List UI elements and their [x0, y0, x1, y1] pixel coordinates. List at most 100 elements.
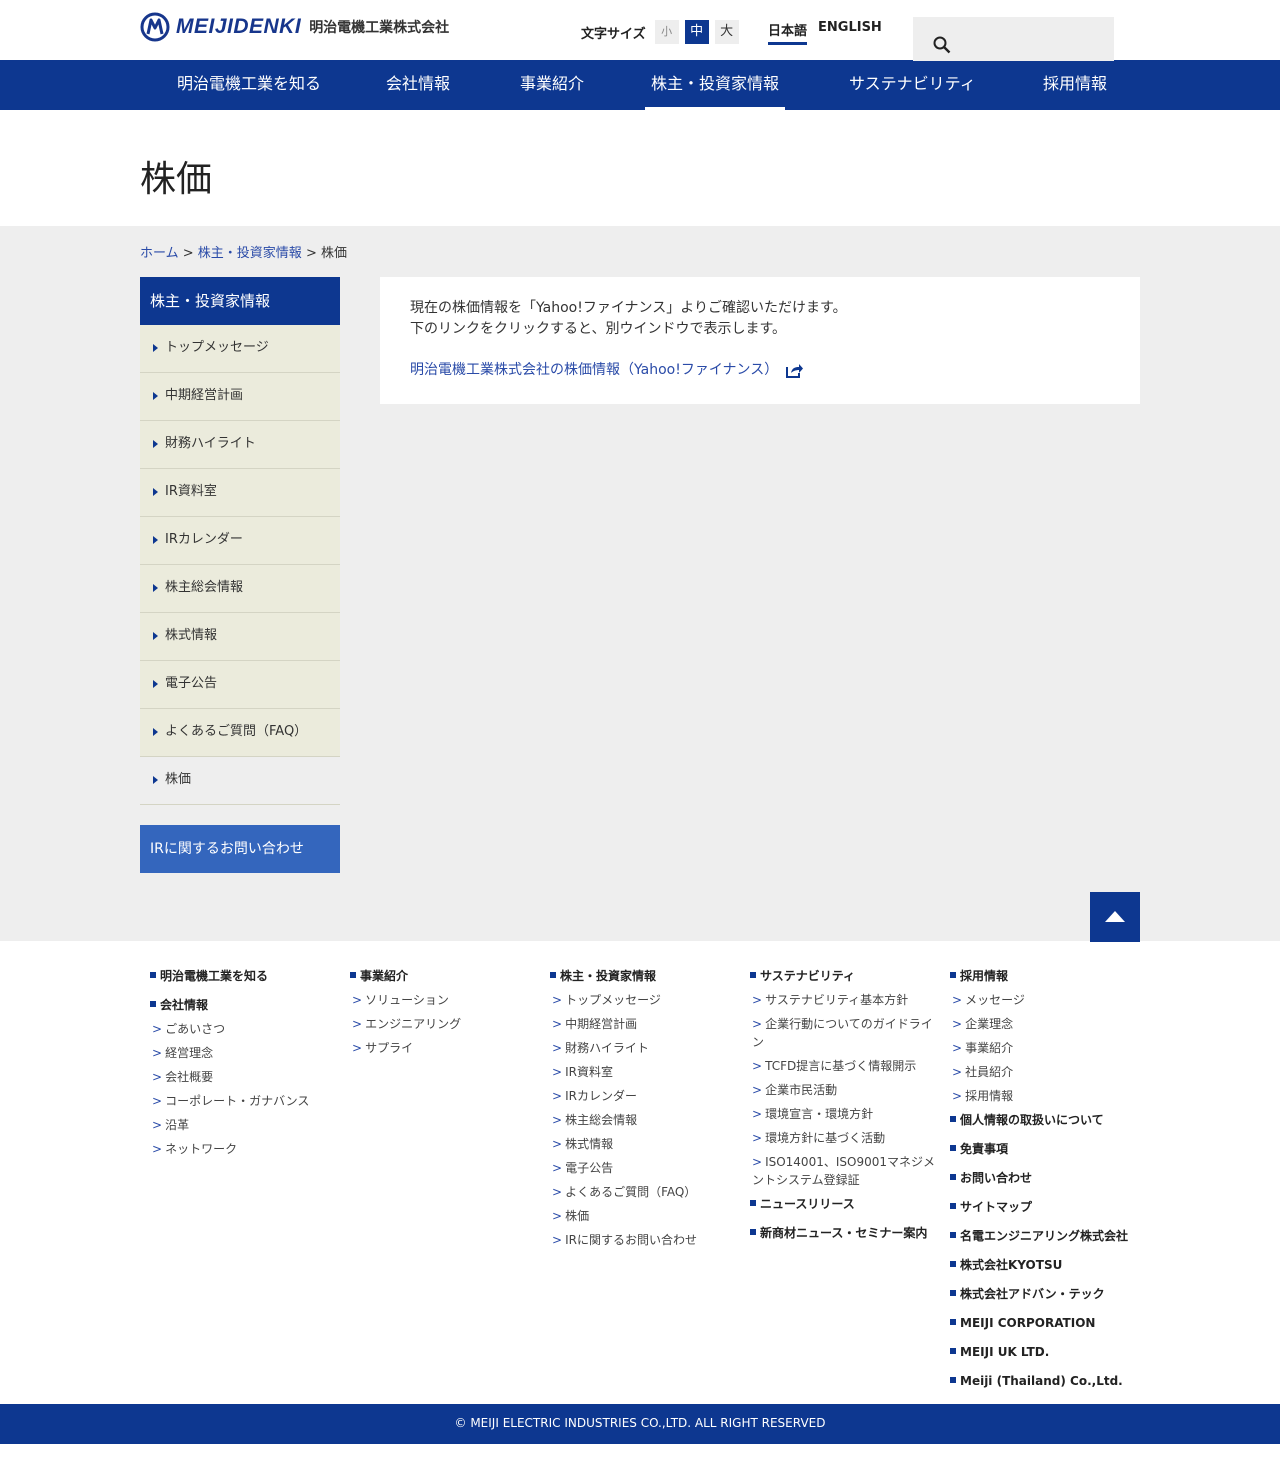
footer-link[interactable]: > 環境宣言・環境方針: [750, 1105, 940, 1123]
gnav-about[interactable]: 明治電機工業を知る: [177, 60, 321, 110]
footer-link[interactable]: > 採用情報: [950, 1087, 1140, 1105]
footer-link[interactable]: > よくあるご質問（FAQ）: [550, 1183, 740, 1201]
footer-link[interactable]: > ISO14001、ISO9001マネジメントシステム登録証: [750, 1153, 940, 1189]
footer-heading-disclaimer[interactable]: 免責事項: [950, 1140, 1140, 1158]
gnav-recruit[interactable]: 採用情報: [1043, 60, 1107, 110]
sidebar-item-stock-price[interactable]: 株価: [140, 757, 340, 805]
footer-link[interactable]: > ネットワーク: [150, 1140, 340, 1158]
footer-link[interactable]: > サプライ: [350, 1039, 540, 1057]
gnav-business[interactable]: 事業紹介: [520, 60, 584, 110]
footer-link[interactable]: > 財務ハイライト: [550, 1039, 740, 1057]
footer-link[interactable]: > 株価: [550, 1207, 740, 1225]
page-title: 株価: [140, 159, 213, 200]
footer-heading-sitemap[interactable]: サイトマップ: [950, 1198, 1140, 1216]
font-size-small-button[interactable]: 小: [654, 20, 679, 44]
lang-english-link[interactable]: ENGLISH: [818, 20, 882, 45]
footer-link-label: 経営理念: [165, 1046, 214, 1060]
footer-link[interactable]: > 企業理念: [950, 1015, 1140, 1033]
gnav-company[interactable]: 会社情報: [386, 60, 450, 110]
sidebar-item-shareholders-meeting[interactable]: 株主総会情報: [140, 565, 340, 613]
footer-link[interactable]: > 株主総会情報: [550, 1111, 740, 1129]
search-input[interactable]: [959, 27, 1104, 53]
ir-contact-button[interactable]: IRに関するお問い合わせ: [140, 825, 340, 873]
footer-link[interactable]: > IR資料室: [550, 1063, 740, 1081]
footer-link[interactable]: > 株式情報: [550, 1135, 740, 1153]
font-size-large-button[interactable]: 大: [714, 20, 739, 44]
footer-heading-meiden-engineering[interactable]: 名電エンジニアリング株式会社: [950, 1227, 1140, 1245]
footer-link-label: IRカレンダー: [565, 1089, 637, 1103]
sidebar-item-mid-term-plan[interactable]: 中期経営計画: [140, 373, 340, 421]
footer-col-about: 明治電機工業を知る 会社情報 > ごあいさつ > 経営理念 > 会社概要 > コーポレー…: [150, 967, 340, 1164]
footer-heading-seminar[interactable]: 新商材ニュース・セミナー案内: [750, 1224, 940, 1242]
footer-link-label: TCFD提言に基づく情報開示: [765, 1059, 917, 1073]
site-logo[interactable]: MEIJIDENKI 明治電機工業株式会社: [140, 12, 449, 42]
footer-heading-kyotsu[interactable]: 株式会社KYOTSU: [950, 1256, 1140, 1274]
search-icon[interactable]: [933, 36, 951, 54]
footer-link[interactable]: > 経営理念: [150, 1044, 340, 1062]
footer-heading-news[interactable]: ニュースリリース: [750, 1195, 940, 1213]
sidebar-heading[interactable]: 株主・投資家情報: [140, 277, 340, 325]
footer-link[interactable]: > 電子公告: [550, 1159, 740, 1177]
sidebar-item-financial-highlights[interactable]: 財務ハイライト: [140, 421, 340, 469]
footer-link-label: ごあいさつ: [165, 1022, 226, 1036]
sidebar-item-top-message[interactable]: トップメッセージ: [140, 325, 340, 373]
footer-link[interactable]: > 環境方針に基づく活動: [750, 1129, 940, 1147]
font-size-medium-button[interactable]: 中: [684, 20, 709, 44]
footer-heading-sustainability[interactable]: サステナビリティ: [750, 967, 940, 985]
page-top-button[interactable]: [1090, 892, 1140, 942]
sidebar-item-public-notice[interactable]: 電子公告: [140, 661, 340, 709]
breadcrumb-ir[interactable]: 株主・投資家情報: [198, 246, 302, 261]
gnav-sustainability[interactable]: サステナビリティ: [849, 60, 976, 110]
footer-link[interactable]: > サステナビリティ基本方針: [750, 991, 940, 1009]
footer-link[interactable]: > TCFD提言に基づく情報開示: [750, 1057, 940, 1075]
footer-heading-advantech[interactable]: 株式会社アドバン・テック: [950, 1285, 1140, 1303]
footer-link-label: コーポレート・ガナバンス: [165, 1094, 310, 1108]
footer-link[interactable]: > 沿革: [150, 1116, 340, 1134]
sidebar-item-stock-info[interactable]: 株式情報: [140, 613, 340, 661]
footer-link[interactable]: > メッセージ: [950, 991, 1140, 1009]
footer-link[interactable]: > 中期経営計画: [550, 1015, 740, 1033]
footer-link-label: 企業理念: [965, 1017, 1014, 1031]
footer-heading-meiji-uk[interactable]: MEIJI UK LTD.: [950, 1343, 1140, 1361]
external-link-icon: [786, 364, 804, 378]
footer-heading-ir[interactable]: 株主・投資家情報: [550, 967, 740, 985]
footer-heading-meiji-thailand[interactable]: Meiji (Thailand) Co.,Ltd.: [950, 1372, 1140, 1390]
footer-link[interactable]: > コーポレート・ガナバンス: [150, 1092, 340, 1110]
sidebar-item-faq[interactable]: よくあるご質問（FAQ）: [140, 709, 340, 757]
footer-link[interactable]: > IRに関するお問い合わせ: [550, 1231, 740, 1249]
yahoo-finance-link[interactable]: 明治電機工業株式会社の株価情報（Yahoo!ファイナンス）: [410, 360, 804, 381]
footer-link[interactable]: > エンジニアリング: [350, 1015, 540, 1033]
footer-link-label: サステナビリティ基本方針: [765, 993, 909, 1007]
sidebar: 株主・投資家情報 トップメッセージ 中期経営計画 財務ハイライト IR資料室 I…: [140, 277, 340, 873]
footer-link[interactable]: > IRカレンダー: [550, 1087, 740, 1105]
footer-link[interactable]: > トップメッセージ: [550, 991, 740, 1009]
breadcrumb-home[interactable]: ホーム: [140, 246, 179, 261]
breadcrumb: ホーム > 株主・投資家情報 > 株価: [140, 242, 347, 261]
footer-link-label: 財務ハイライト: [565, 1041, 649, 1055]
footer-link[interactable]: > 会社概要: [150, 1068, 340, 1086]
main-area: ホーム > 株主・投資家情報 > 株価 株主・投資家情報 トップメッセージ 中期…: [0, 226, 1280, 942]
lang-japanese-link[interactable]: 日本語: [768, 20, 808, 45]
footer-link-label: 株式情報: [565, 1137, 614, 1151]
footer-link[interactable]: > 企業市民活動: [750, 1081, 940, 1099]
footer-heading-contact[interactable]: お問い合わせ: [950, 1169, 1140, 1187]
footer-heading-meiji-corp[interactable]: MEIJI CORPORATION: [950, 1314, 1140, 1332]
footer-heading-business[interactable]: 事業紹介: [350, 967, 540, 985]
global-nav: 明治電機工業を知る 会社情報 事業紹介 株主・投資家情報 サステナビリティ 採用…: [0, 60, 1280, 110]
copyright: © MEIJI ELECTRIC INDUSTRIES CO.,LTD. ALL…: [0, 1404, 1280, 1444]
footer-heading-privacy[interactable]: 個人情報の取扱いについて: [950, 1111, 1140, 1129]
sidebar-item-ir-calendar[interactable]: IRカレンダー: [140, 517, 340, 565]
footer-heading-recruit[interactable]: 採用情報: [950, 967, 1140, 985]
footer-link[interactable]: > ソリューション: [350, 991, 540, 1009]
footer-heading-about[interactable]: 明治電機工業を知る: [150, 967, 340, 985]
footer-link[interactable]: > 社員紹介: [950, 1063, 1140, 1081]
footer-link[interactable]: > 企業行動についてのガイドライン: [750, 1015, 940, 1051]
gnav-ir[interactable]: 株主・投資家情報: [645, 60, 785, 110]
footer-link[interactable]: > ごあいさつ: [150, 1020, 340, 1038]
footer-link-label: ネットワーク: [165, 1142, 238, 1156]
sidebar-item-ir-library[interactable]: IR資料室: [140, 469, 340, 517]
footer-link[interactable]: > 事業紹介: [950, 1039, 1140, 1057]
footer-link-label: IRに関するお問い合わせ: [565, 1233, 697, 1247]
footer-heading-company[interactable]: 会社情報: [150, 996, 340, 1014]
search-box: [913, 17, 1114, 61]
